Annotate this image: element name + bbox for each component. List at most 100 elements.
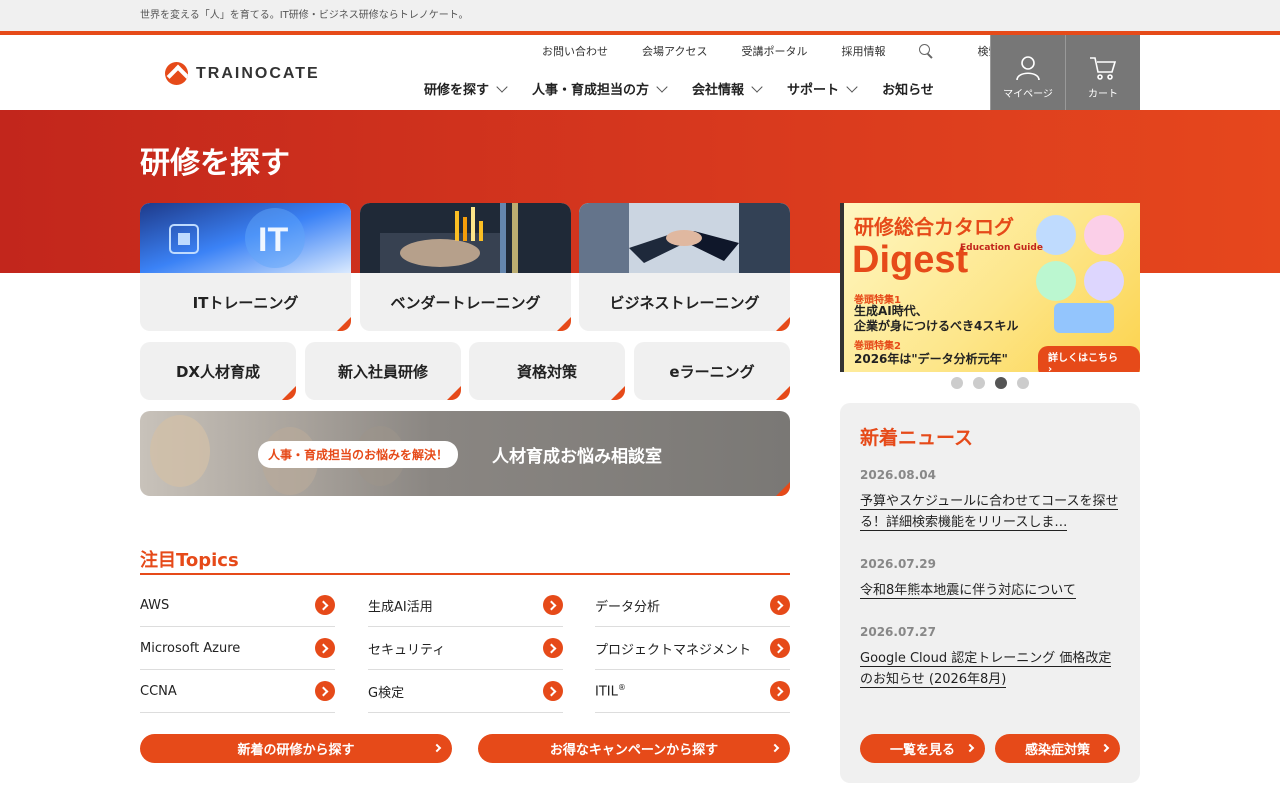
- topic-link-aws[interactable]: AWS: [140, 584, 335, 627]
- page-title: 研修を探す: [140, 146, 290, 181]
- top-tagline-bar: 世界を変える「人」を育てる。IT研修・ビジネス研修ならトレノケート。: [0, 0, 1280, 31]
- site-logo[interactable]: TRAINOCATE: [165, 62, 320, 85]
- carousel-dot[interactable]: [951, 377, 963, 389]
- category-label: 新入社員研修: [337, 362, 428, 381]
- category-label: DX人材育成: [175, 362, 261, 381]
- arrow-right-icon: [770, 681, 790, 701]
- topic-label: 生成AI活用: [368, 599, 433, 615]
- arrow-right-icon: [543, 681, 563, 701]
- cart-label: カート: [1088, 89, 1118, 100]
- banner-feature1-line2: 企業が身につけるべき4スキル: [854, 319, 1019, 333]
- news-item-link[interactable]: 予算やスケジュールに合わせてコースを探せる！詳細検索機能をリリースしま…: [860, 491, 1122, 533]
- news-item-link[interactable]: 令和8年熊本地震に伴う対応について: [860, 580, 1122, 601]
- carousel-dot[interactable]: [973, 377, 985, 389]
- nav-item-label: 研修を探す: [424, 83, 490, 98]
- news-item-link[interactable]: Google Cloud 認定トレーニング 価格改定のお知らせ (2026年8月…: [860, 648, 1122, 690]
- topic-label: AWS: [140, 597, 170, 613]
- covid-measures-button[interactable]: 感染症対策: [995, 734, 1120, 763]
- news-date: 2026.07.27: [860, 625, 936, 639]
- nav-item-label: 会社情報: [692, 83, 745, 98]
- topic-label: Microsoft Azure: [140, 640, 241, 656]
- carousel-dots: [951, 377, 1029, 389]
- tagline: 世界を変える「人」を育てる。IT研修・ビジネス研修ならトレノケート。: [140, 10, 469, 21]
- news-date: 2026.08.04: [860, 468, 936, 482]
- banner-digest: Digest: [852, 239, 969, 281]
- chevron-right-icon: [965, 743, 975, 753]
- registered-mark: ®: [617, 682, 626, 692]
- topic-link-data-analysis[interactable]: データ分析: [595, 584, 790, 627]
- arrow-right-icon: [543, 595, 563, 615]
- it-training-image: IT: [140, 203, 351, 273]
- chevron-down-icon: [846, 80, 858, 93]
- campaign-button[interactable]: お得なキャンペーンから探す: [478, 734, 790, 763]
- topic-link-genai[interactable]: 生成AI活用: [368, 584, 563, 627]
- arrow-right-icon: [315, 681, 335, 701]
- corner-accent: [557, 317, 571, 331]
- user-icon: [1016, 56, 1040, 81]
- cart-button[interactable]: カート: [1065, 35, 1140, 110]
- mypage-label: マイページ: [1003, 89, 1053, 100]
- chevron-down-icon: [496, 80, 508, 93]
- business-training-image: [579, 203, 790, 273]
- svg-text:IT: IT: [258, 221, 288, 259]
- category-vendor-training[interactable]: ベンダートレーニング: [360, 203, 571, 331]
- consultation-pill: 人事・育成担当のお悩みを解決！: [258, 441, 459, 468]
- banner-detail-button[interactable]: 詳しくはこちら ›: [1038, 346, 1140, 372]
- carousel-dot-active[interactable]: [995, 377, 1007, 389]
- category-new-employee[interactable]: 新入社員研修: [305, 342, 461, 400]
- chevron-down-icon: [751, 80, 763, 93]
- arrow-right-icon: [543, 638, 563, 658]
- nav-item-label: お知らせ: [882, 83, 934, 98]
- banner-detail-label: 詳しくはこちら: [1048, 353, 1118, 364]
- consultation-banner[interactable]: 人事・育成担当のお悩みを解決！ 人材育成お悩み相談室: [140, 411, 790, 496]
- corner-accent: [611, 386, 625, 400]
- catalog-banner[interactable]: 研修総合カタログ Digest Education Guide 巻頭特集1 生成…: [840, 203, 1140, 372]
- category-label: ITトレーニング: [192, 293, 299, 312]
- topic-link-itil[interactable]: ITIL®: [595, 670, 790, 713]
- corner-accent: [282, 386, 296, 400]
- topic-link-g-kentei[interactable]: G検定: [368, 670, 563, 713]
- corner-accent: [776, 386, 790, 400]
- banner-feature2-text: 2026年は"データ分析元年": [854, 352, 1008, 366]
- news-panel: 新着ニュース 2026.08.04 予算やスケジュールに合わせてコースを探せる！…: [840, 403, 1140, 783]
- logo-mark-icon: [165, 62, 188, 85]
- news-list-button[interactable]: 一覧を見る: [860, 734, 985, 763]
- category-label: eラーニング: [669, 362, 755, 381]
- topic-link-security[interactable]: セキュリティ: [368, 627, 563, 670]
- mypage-button[interactable]: マイページ: [990, 35, 1065, 110]
- topic-label-wrap: ITIL®: [595, 683, 626, 699]
- category-elearning[interactable]: eラーニング: [634, 342, 790, 400]
- nav-item-company[interactable]: 会社情報: [692, 79, 763, 98]
- util-link-careers[interactable]: 採用情報: [841, 43, 885, 59]
- util-link-contact[interactable]: お問い合わせ: [542, 43, 608, 59]
- search-icon: [919, 44, 933, 58]
- news-item-text: Google Cloud 認定トレーニング 価格改定のお知らせ (2026年8月…: [860, 651, 1112, 688]
- carousel-dot[interactable]: [1017, 377, 1029, 389]
- chevron-right-icon: [432, 743, 442, 753]
- util-link-access[interactable]: 会場アクセス: [642, 43, 707, 59]
- new-courses-button[interactable]: 新着の研修から探す: [140, 734, 452, 763]
- news-item-text: 令和8年熊本地震に伴う対応について: [860, 583, 1076, 599]
- category-dx[interactable]: DX人材育成: [140, 342, 296, 400]
- category-it-training[interactable]: IT ITトレーニング: [140, 203, 351, 331]
- nav-item-find-training[interactable]: 研修を探す: [424, 79, 508, 98]
- topic-link-azure[interactable]: Microsoft Azure: [140, 627, 335, 670]
- nav-item-news[interactable]: お知らせ: [882, 79, 934, 98]
- banner-feature1-line1: 生成AI時代、: [854, 304, 928, 318]
- util-link-portal[interactable]: 受講ポータル: [741, 43, 807, 59]
- arrow-right-icon: [315, 595, 335, 615]
- nav-item-support[interactable]: サポート: [787, 79, 858, 98]
- category-business-training[interactable]: ビジネストレーニング: [579, 203, 790, 331]
- vendor-training-image: [360, 203, 571, 273]
- arrow-right-icon: [770, 638, 790, 658]
- category-label: ビジネストレーニング: [609, 293, 760, 312]
- topic-label: セキュリティ: [368, 642, 446, 658]
- topic-link-ccna[interactable]: CCNA: [140, 670, 335, 713]
- consultation-title: 人材育成お悩み相談室: [492, 447, 662, 467]
- news-item-text: 予算やスケジュールに合わせてコースを探せる！詳細検索機能をリリースしま…: [860, 494, 1119, 531]
- nav-item-hr[interactable]: 人事・育成担当の方: [532, 79, 668, 98]
- topic-link-project-management[interactable]: プロジェクトマネジメント: [595, 627, 790, 670]
- category-certification[interactable]: 資格対策: [469, 342, 625, 400]
- arrow-right-icon: [315, 638, 335, 658]
- news-date: 2026.07.29: [860, 557, 936, 571]
